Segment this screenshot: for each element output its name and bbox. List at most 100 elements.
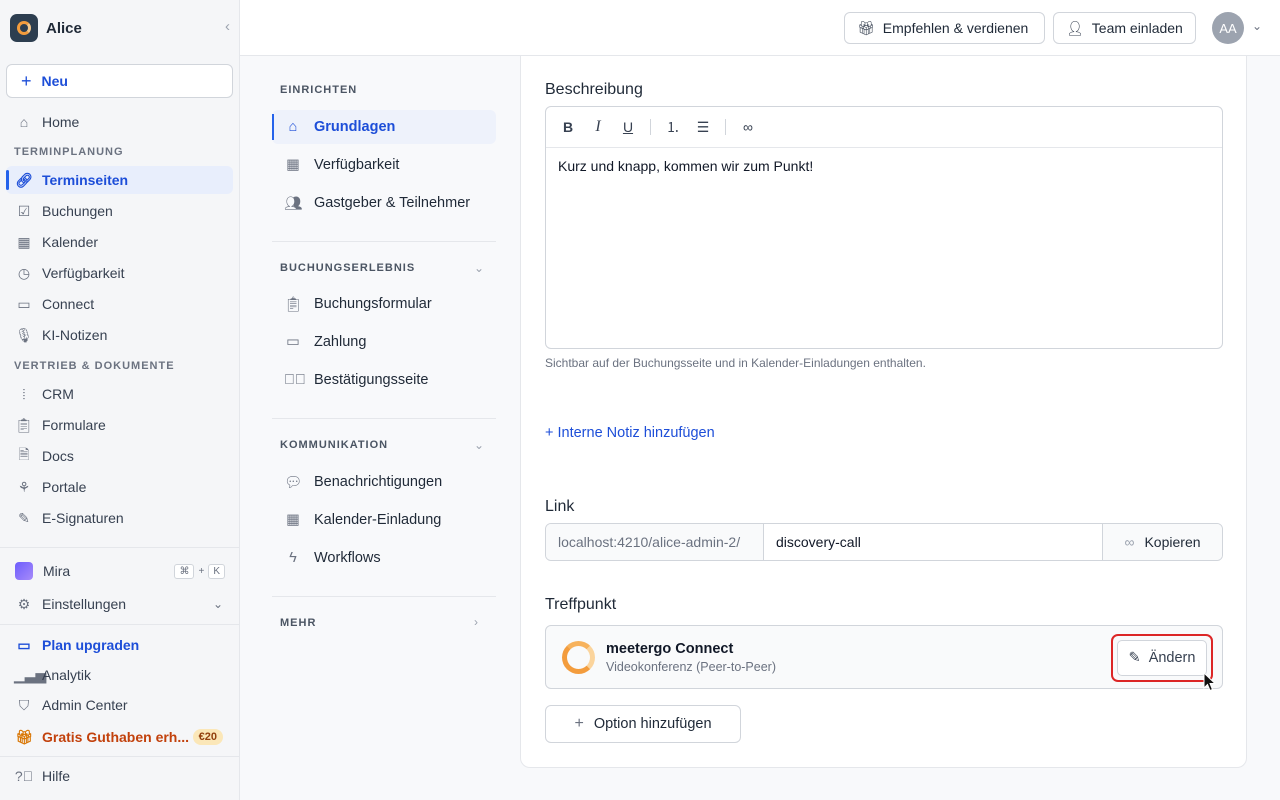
settings-nav-divider	[272, 596, 496, 597]
avatar[interactable]: AA	[1212, 12, 1244, 44]
link-icon[interactable]: ∞	[740, 119, 756, 135]
workspace-switcher[interactable]: Alice ‹	[10, 14, 230, 42]
section-buchungserlebnis[interactable]: BUCHUNGSERLEBNIS	[280, 262, 415, 274]
settings-nav-label: Kalender-Einladung	[314, 512, 442, 528]
sidebar-item-hilfe[interactable]: ?⃝ Hilfe	[6, 762, 233, 790]
user-plus-icon: 👤︎	[1066, 19, 1084, 36]
workspace-name: Alice	[46, 19, 82, 37]
copy-link-button[interactable]: ∞ Kopieren	[1102, 524, 1222, 560]
sidebar-item-label: Home	[42, 114, 80, 130]
gear-icon: ⚙	[17, 595, 31, 612]
chevron-down-icon[interactable]: ⌄	[474, 438, 484, 452]
sidebar-divider	[0, 756, 240, 757]
sidebar-item-plan-upgraden[interactable]: ▭ Plan upgraden	[6, 631, 233, 659]
bold-icon[interactable]: B	[560, 119, 576, 135]
sidebar-item-buchungen[interactable]: ☑ Buchungen	[6, 197, 233, 225]
chevron-right-icon[interactable]: ›	[474, 615, 478, 629]
link-slug-input[interactable]: discovery-call	[764, 524, 1102, 560]
mira-icon	[15, 562, 33, 580]
microphone-icon: 🎙︎	[15, 326, 33, 343]
sidebar-item-terminseiten[interactable]: 🔗︎ Terminseiten	[6, 166, 233, 194]
kbd-plus: +	[198, 565, 205, 577]
invite-team-button[interactable]: 👤︎ Team einladen	[1053, 12, 1196, 44]
section-kommunikation[interactable]: KOMMUNIKATION	[280, 439, 388, 451]
collapse-sidebar-icon[interactable]: ‹	[225, 18, 230, 35]
recommend-button[interactable]: 🎁︎ Empfehlen & verdienen	[844, 12, 1045, 44]
description-help-text: Sichtbar auf der Buchungsseite und in Ka…	[545, 356, 926, 370]
sidebar-item-analytik[interactable]: ▁▃▅ Analytik	[6, 661, 233, 689]
italic-icon[interactable]: I	[590, 118, 606, 136]
change-label: Ändern	[1148, 650, 1196, 666]
sidebar-item-label: Mira	[43, 563, 71, 579]
settings-nav-kalender-einladung[interactable]: ▦ Kalender-Einladung	[272, 503, 496, 537]
sidebar-item-ki-notizen[interactable]: 🎙︎ KI-Notizen	[6, 321, 233, 349]
chevron-down-icon[interactable]: ⌄	[474, 261, 484, 275]
settings-nav-label: Gastgeber & Teilnehmer	[314, 195, 471, 211]
new-button[interactable]: + Neu	[6, 64, 233, 98]
pencil-icon: ✎	[1128, 650, 1141, 666]
meetergo-logo-icon	[562, 641, 595, 674]
sidebar-item-label: Connect	[42, 296, 95, 312]
settings-nav-zahlung[interactable]: ▭ Zahlung	[272, 325, 496, 359]
sidebar-item-formulare[interactable]: 📋︎ Formulare	[6, 411, 233, 439]
shield-icon: ⛉	[18, 696, 30, 713]
sidebar-item-crm[interactable]: ⦙ CRM	[6, 380, 233, 408]
sidebar-item-home[interactable]: ⌂ Home	[6, 108, 233, 136]
settings-nav-bestaetigung[interactable]: ✓⃝ Bestätigungsseite	[272, 363, 496, 397]
sidebar-item-admin-center[interactable]: ⛉ Admin Center	[6, 691, 233, 719]
users-icon: 👥︎	[284, 195, 303, 212]
sidebar-item-label: Docs	[42, 448, 74, 464]
section-mehr[interactable]: MEHR	[280, 617, 316, 629]
settings-nav-label: Bestätigungsseite	[314, 372, 429, 388]
sidebar-item-mira[interactable]: Mira ⌘ + K	[6, 557, 233, 585]
sidebar-item-portale[interactable]: ⚘ Portale	[6, 473, 233, 501]
settings-nav-divider	[272, 418, 496, 419]
chevron-down-icon[interactable]: ⌄	[1252, 19, 1262, 33]
sidebar-item-einstellungen[interactable]: ⚙ Einstellungen ⌄	[6, 590, 233, 618]
sidebar-item-e-signaturen[interactable]: ✎ E-Signaturen	[6, 504, 233, 532]
sidebar: Alice ‹ + Neu ⌂ Home TERMINPLANUNG 🔗︎ Te…	[0, 0, 240, 800]
video-icon: ▭	[17, 295, 31, 312]
toolbar-separator	[650, 119, 651, 135]
meeting-location-label: Treffpunkt	[545, 596, 617, 613]
sidebar-item-connect[interactable]: ▭ Connect	[6, 290, 233, 318]
message-icon: 💬︎	[284, 474, 303, 491]
section-vertrieb: VERTRIEB & DOKUMENTE	[14, 360, 175, 372]
sidebar-item-kalender[interactable]: ▦ Kalender	[6, 228, 233, 256]
settings-nav-label: Buchungsformular	[314, 296, 432, 312]
settings-nav-label: Verfügbarkeit	[314, 157, 400, 173]
calendar-icon: ▦	[17, 233, 31, 250]
sidebar-item-label: Kalender	[42, 234, 99, 250]
link-label: Link	[545, 498, 575, 515]
sidebar-item-verfuegbarkeit[interactable]: ◷ Verfügbarkeit	[6, 259, 233, 287]
document-icon: 🗎	[18, 446, 30, 462]
settings-nav-label: Grundlagen	[314, 119, 396, 135]
settings-nav-benachrichtigungen[interactable]: 💬︎ Benachrichtigungen	[272, 465, 496, 499]
ordered-list-icon[interactable]: ⒈	[665, 117, 681, 137]
change-location-button[interactable]: ✎ Ändern	[1117, 640, 1207, 676]
lightning-icon: ϟ	[289, 550, 297, 566]
sidebar-divider	[0, 547, 240, 548]
calendar-clock-icon: ▦	[286, 157, 300, 173]
settings-nav-verfuegbarkeit[interactable]: ▦ Verfügbarkeit	[272, 148, 496, 182]
settings-nav-workflows[interactable]: ϟ Workflows	[272, 541, 496, 575]
sidebar-item-gratis-guthaben[interactable]: 🎁︎ Gratis Guthaben erh... €20	[6, 723, 233, 751]
calendar-icon: ▦	[286, 512, 300, 528]
sidebar-item-label: Einstellungen	[42, 596, 127, 612]
link-prefix: localhost:4210/alice-admin-2/	[546, 524, 764, 560]
bullet-list-icon[interactable]: ☰	[695, 119, 711, 136]
description-editor[interactable]: B I U ⒈ ☰ ∞ Kurz und knapp, kommen wir z…	[545, 106, 1223, 349]
sidebar-item-docs[interactable]: 🗎 Docs	[6, 442, 233, 470]
check-circle-icon: ✓⃝	[284, 372, 306, 388]
location-title: meetergo Connect	[606, 641, 734, 657]
sidebar-item-label: Admin Center	[42, 697, 128, 713]
underline-icon[interactable]: U	[620, 119, 636, 135]
settings-nav-buchungsformular[interactable]: 📋︎ Buchungsformular	[272, 287, 496, 321]
copy-label: Kopieren	[1144, 534, 1201, 550]
settings-nav-label: Workflows	[314, 550, 381, 566]
add-option-button[interactable]: + Option hinzufügen	[545, 705, 741, 743]
description-text[interactable]: Kurz und knapp, kommen wir zum Punkt!	[546, 148, 1222, 184]
settings-nav-grundlagen[interactable]: ⌂ Grundlagen	[272, 110, 496, 144]
settings-nav-gastgeber[interactable]: 👥︎ Gastgeber & Teilnehmer	[272, 186, 496, 220]
add-internal-note-link[interactable]: + Interne Notiz hinzufügen	[545, 425, 715, 441]
